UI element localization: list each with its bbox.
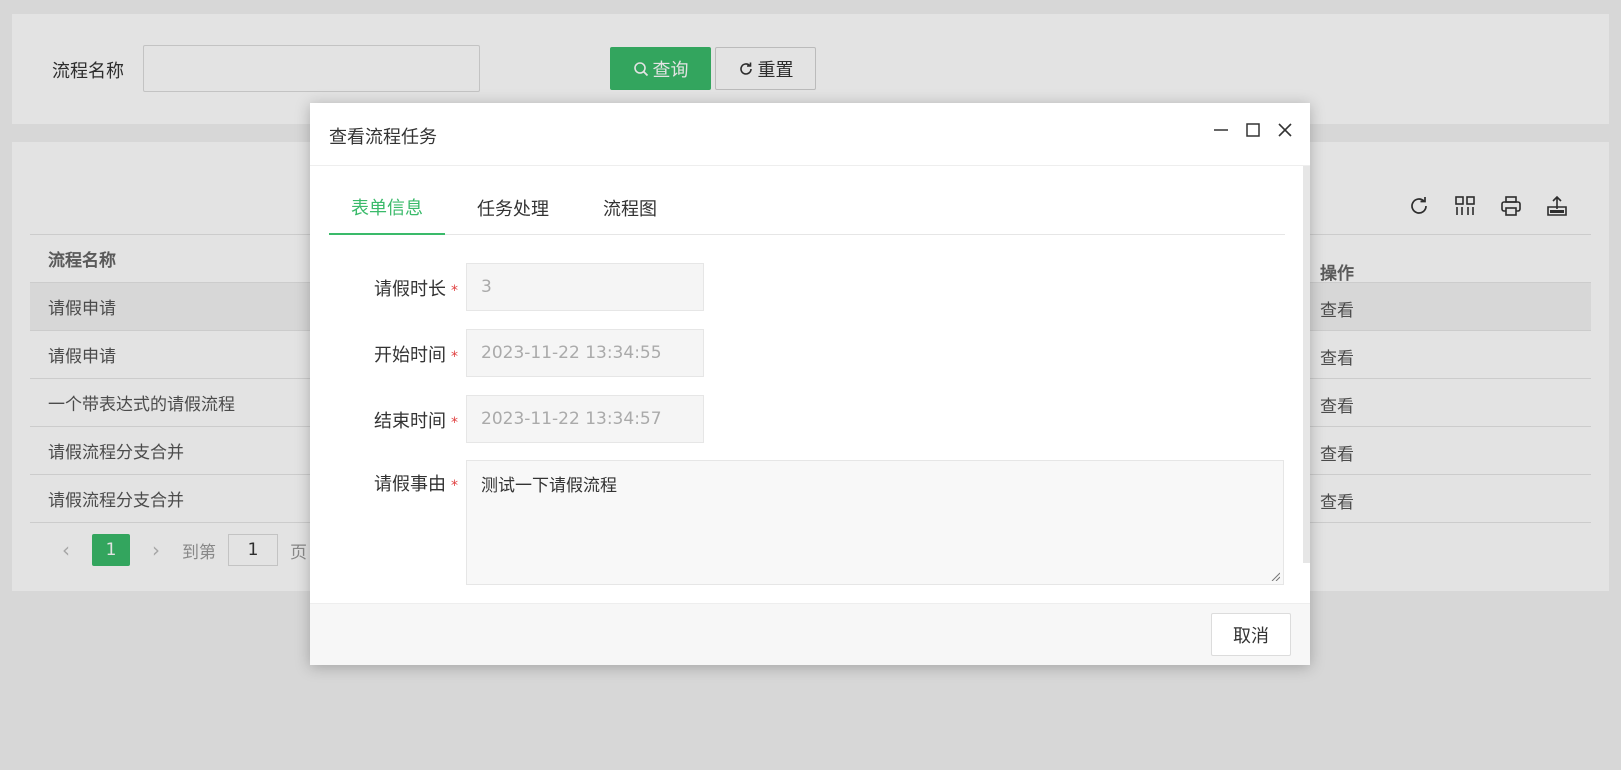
start-time-label: 开始时间 (374, 345, 446, 366)
dialog-footer: 取消 (310, 603, 1310, 665)
duration-label: 请假时长 (374, 279, 446, 300)
resize-grip-icon[interactable] (1270, 571, 1280, 581)
tab-task-handling[interactable]: 任务处理 (455, 180, 571, 235)
duration-field[interactable]: 3 (466, 263, 704, 311)
dialog-body: 表单信息 任务处理 流程图 请假时长 * 3 开始时间 * 2023-11-22 1… (310, 166, 1310, 608)
cancel-button[interactable]: 取消 (1211, 613, 1291, 656)
form-row-duration: 请假时长 * 3 (310, 263, 704, 311)
window-controls (1212, 121, 1294, 139)
view-task-dialog: 查看流程任务 表单信息 任务处理 流程图 请假时长 * 3 开始时间 * 202… (310, 103, 1310, 665)
reason-text: 测试一下请假流程 (481, 476, 617, 496)
reason-label: 请假事由 (374, 474, 446, 495)
required-mark: * (451, 415, 458, 431)
form-row-reason: 请假事由 * 测试一下请假流程 (310, 460, 1284, 585)
required-mark: * (451, 478, 458, 494)
dialog-tabs: 表单信息 任务处理 流程图 (329, 180, 1285, 235)
dialog-title: 查看流程任务 (329, 127, 437, 148)
dialog-scrollbar[interactable] (1303, 166, 1310, 563)
required-mark: * (451, 349, 458, 365)
tab-flow-chart[interactable]: 流程图 (581, 180, 679, 235)
end-time-field[interactable]: 2023-11-22 13:34:57 (466, 395, 704, 443)
minimize-icon[interactable] (1212, 121, 1230, 139)
close-icon[interactable] (1276, 121, 1294, 139)
reason-textarea[interactable]: 测试一下请假流程 (466, 460, 1284, 585)
form-row-start-time: 开始时间 * 2023-11-22 13:34:55 (310, 329, 704, 377)
maximize-icon[interactable] (1244, 121, 1262, 139)
required-mark: * (451, 283, 458, 299)
tab-form-info[interactable]: 表单信息 (329, 180, 445, 235)
start-time-field[interactable]: 2023-11-22 13:34:55 (466, 329, 704, 377)
dialog-header: 查看流程任务 (310, 103, 1310, 166)
form-row-end-time: 结束时间 * 2023-11-22 13:34:57 (310, 395, 704, 443)
end-time-label: 结束时间 (374, 411, 446, 432)
